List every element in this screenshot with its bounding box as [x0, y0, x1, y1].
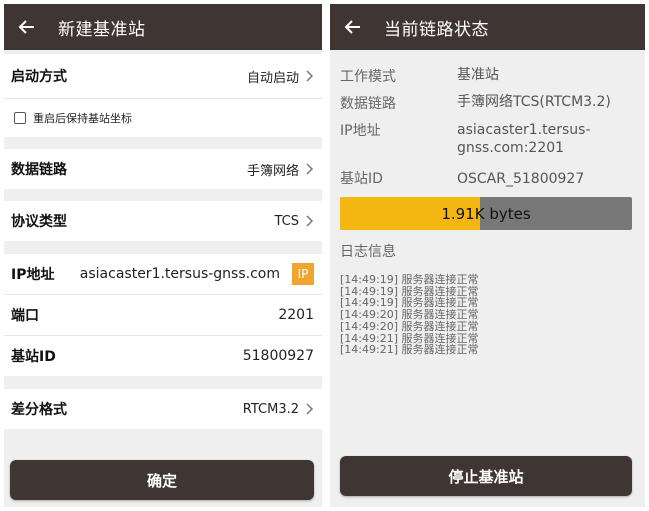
log-list: [14:49:19] 服务器连接正常 [14:49:19] 服务器连接正常 [14:… [340, 274, 478, 356]
base-id-value: OSCAR_51800927 [457, 171, 585, 187]
chevron-right-icon [306, 70, 314, 82]
data-link-label: 数据链路 [11, 162, 67, 178]
stop-base-station-button[interactable]: 停止基准站 [340, 456, 632, 496]
keep-coords-row[interactable]: 重启后保持基站坐标 [4, 99, 322, 137]
port-value[interactable]: 2201 [278, 307, 314, 323]
ip-value: asiacaster1.tersus-gnss.com IP [80, 263, 314, 285]
work-mode-label: 工作模式 [340, 69, 396, 85]
start-mode-value: 自动启动 [247, 67, 314, 86]
link-status-screen: 当前链路状态 工作模式 基准站 数据链路 手簿网络TCS(RTCM3.2) IP… [330, 4, 645, 507]
base-id-label: 基站ID [340, 171, 383, 187]
log-line: [14:49:20] 服务器连接正常 [340, 319, 479, 333]
log-line: [14:49:19] 服务器连接正常 [340, 273, 479, 286]
protocol-row[interactable]: 协议类型 TCS [4, 201, 322, 241]
port-label: 端口 [11, 308, 39, 324]
top-bar: 当前链路状态 [330, 4, 645, 50]
keep-coords-checkbox[interactable] [14, 112, 26, 124]
ip-badge[interactable]: IP [292, 263, 314, 285]
chevron-right-icon [306, 215, 314, 227]
page-title: 新建基准站 [58, 19, 146, 40]
ip-input[interactable]: asiacaster1.tersus-gnss.com [80, 266, 280, 282]
data-link-value: 手簿网络TCS(RTCM3.2) [457, 94, 611, 110]
protocol-value: TCS [274, 214, 314, 229]
new-base-station-screen: 新建基准站 启动方式 自动启动 重启后保持基站坐标 数据链路 手簿网络 协议类型… [4, 4, 322, 507]
chevron-right-icon [306, 163, 314, 175]
back-arrow-icon[interactable] [18, 18, 36, 36]
port-row[interactable]: 端口 2201 [4, 295, 322, 335]
progress-text: 1.91K bytes [441, 204, 531, 223]
base-id-value[interactable]: 51800927 [243, 348, 314, 364]
ip-label: IP地址 [340, 123, 381, 139]
data-link-label: 数据链路 [340, 96, 396, 112]
diff-format-row[interactable]: 差分格式 RTCM3.2 [4, 389, 322, 429]
keep-coords-label: 重启后保持基站坐标 [33, 112, 132, 125]
ip-row[interactable]: IP地址 asiacaster1.tersus-gnss.com IP [4, 254, 322, 294]
chevron-right-icon [306, 403, 314, 415]
back-arrow-icon[interactable] [344, 18, 362, 36]
log-title: 日志信息 [340, 244, 396, 260]
start-mode-row[interactable]: 启动方式 自动启动 [4, 54, 322, 98]
page-title: 当前链路状态 [384, 19, 489, 40]
confirm-button[interactable]: 确定 [10, 460, 314, 500]
diff-format-label: 差分格式 [11, 402, 67, 418]
diff-format-value: RTCM3.2 [243, 402, 314, 417]
base-id-row[interactable]: 基站ID 51800927 [4, 336, 322, 376]
start-mode-label: 启动方式 [11, 69, 67, 85]
ip-label: IP地址 [11, 267, 55, 283]
data-link-value: 手簿网络 [247, 160, 314, 179]
ip-value: asiacaster1.tersus-gnss.com:2201 [457, 122, 591, 156]
log-line: [14:49:21] 服务器连接正常 [340, 343, 479, 357]
data-link-row[interactable]: 数据链路 手簿网络 [4, 149, 322, 189]
data-progress-bar: 1.91K bytes [340, 197, 632, 230]
base-id-label: 基站ID [11, 349, 56, 365]
work-mode-value: 基准站 [457, 67, 499, 83]
top-bar: 新建基准站 [4, 4, 322, 50]
protocol-label: 协议类型 [11, 214, 67, 230]
